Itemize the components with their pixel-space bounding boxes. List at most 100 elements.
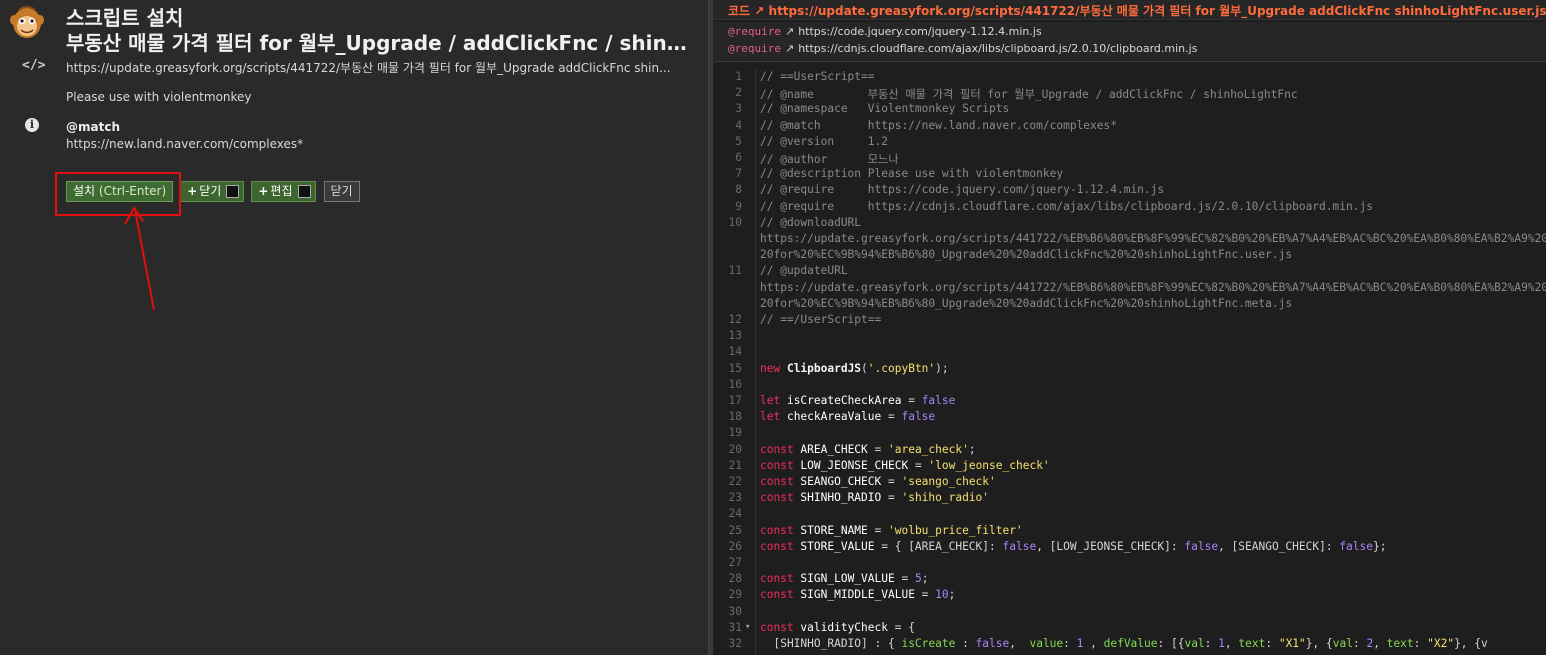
line-number: 9 <box>735 199 742 213</box>
code-line: 20for%20%EC%9B%94%EB%B6%80_Upgrade%20%20… <box>760 297 1292 310</box>
code-token: const <box>760 588 801 602</box>
code-heading-url: https://update.greasyfork.org/scripts/44… <box>768 4 1546 18</box>
line-number: 25 <box>728 523 742 537</box>
code-line: const AREA_CHECK = 'area_check'; <box>760 443 976 456</box>
script-url[interactable]: https://update.greasyfork.org/scripts/44… <box>66 59 702 76</box>
code-token: STORE_NAME <box>800 523 868 537</box>
code-line: // ==UserScript== <box>760 70 875 83</box>
edit-after-install-toggle[interactable]: + 편집 <box>251 180 316 202</box>
code-token: , <box>1373 637 1387 650</box>
code-line: const STORE_NAME = 'wolbu_price_filter' <box>760 524 1023 537</box>
require-keyword: @require <box>728 25 781 38</box>
code-token: const <box>760 523 801 537</box>
code-line: https://update.greasyfork.org/scripts/44… <box>760 232 1546 245</box>
code-token: ; <box>948 588 956 602</box>
code-token: 10 <box>935 588 949 602</box>
close-after-install-toggle[interactable]: + 닫기 <box>180 180 245 202</box>
code-token: const <box>760 475 801 488</box>
code-line: const validityCheck = { <box>760 621 915 634</box>
fold-toggle-icon[interactable]: ▾ <box>745 622 750 632</box>
code-token: ); <box>935 361 949 375</box>
line-number: 32 <box>728 637 742 650</box>
code-line: const LOW_JEONSE_CHECK = 'low_jeonse_che… <box>760 459 1050 472</box>
code-token: // @require https://code.jquery.com/jque… <box>760 183 1165 197</box>
code-token: const <box>760 620 801 634</box>
code-line: // @namespace Violentmonkey Scripts <box>760 102 1009 115</box>
external-link-icon: ↗ <box>754 4 765 18</box>
code-line: const SIGN_LOW_VALUE = 5; <box>760 572 928 585</box>
code-token: = { <box>887 620 915 634</box>
close-button[interactable]: 닫기 <box>323 180 360 202</box>
code-token: new <box>760 361 787 375</box>
code-token: STORE_VALUE <box>800 539 875 553</box>
code-token: value <box>1029 637 1064 650</box>
code-token: // @match https://new.land.naver.com/com… <box>760 118 1117 132</box>
code-token: text <box>1238 637 1266 650</box>
code-token: // @downloadURL <box>760 215 862 229</box>
info-icon: i <box>25 118 39 132</box>
code-token: false <box>1184 539 1219 553</box>
code-token: const <box>760 458 801 472</box>
line-number: 13 <box>728 329 742 343</box>
line-number: 11 <box>728 264 742 278</box>
line-number: 24 <box>728 507 742 521</box>
code-token: 'shiho_radio' <box>901 491 990 505</box>
code-token: 'seango_check' <box>901 475 996 488</box>
line-number: 15 <box>728 361 742 375</box>
code-token: , <box>1224 637 1239 650</box>
script-description: Please use with violentmonkey <box>66 90 252 104</box>
code-line: // @version 1.2 <box>760 135 888 148</box>
code-token: // ==/UserScript== <box>760 313 882 326</box>
code-token: 'low_jeonse_check' <box>928 458 1050 472</box>
code-token: 20for%20%EC%9B%94%EB%B6%80_Upgrade%20%20… <box>760 296 1293 310</box>
code-token: false <box>1002 539 1037 553</box>
code-token: false <box>901 410 936 424</box>
line-number: 20 <box>728 442 742 456</box>
code-token: 'area_check' <box>888 442 969 456</box>
line-number: 18 <box>728 410 742 424</box>
code-token: validityCheck <box>800 620 888 634</box>
code-token: // @require https://cdnjs.cloudflare.com… <box>760 199 1373 213</box>
code-token: ClipboardJS <box>786 361 862 375</box>
require-keyword: @require <box>728 42 781 55</box>
close-after-install-checkbox[interactable] <box>226 184 240 198</box>
code-token: = <box>914 588 936 602</box>
line-number: 5 <box>735 134 742 148</box>
code-token: val <box>1184 637 1205 650</box>
code-line: [SHINHO_RADIO] : { isCreate : false, val… <box>760 637 1488 650</box>
code-token: // @updateURL <box>760 264 848 278</box>
line-number: 12 <box>728 313 742 326</box>
require-item[interactable]: @require ↗ https://code.jquery.com/jquery-… <box>728 25 1042 38</box>
close-after-install-label: 닫기 <box>199 183 222 198</box>
code-icon: </> <box>22 58 46 73</box>
code-token: , <box>1009 637 1030 650</box>
code-editor[interactable]: 1 2 3 4 5 6 7 8 9 10 11 12 13 14 15 16 17 18 19 20 21 22 23 24 2… <box>714 68 1546 655</box>
code-token: : <box>1265 637 1279 650</box>
line-number: 16 <box>728 377 742 391</box>
code-header: 코드 ↗ https://update.greasyfork.org/scrip… <box>714 0 1546 20</box>
code-token: SEANGO_CHECK <box>800 475 882 488</box>
line-number: 22 <box>728 475 742 488</box>
line-number: 26 <box>728 539 742 553</box>
code-line: // @name 부동산 매물 가격 필터 for 월부_Upgrade / a… <box>760 86 1298 102</box>
annotation-arrow-icon <box>124 206 155 311</box>
external-link-icon: ↗ <box>784 25 795 38</box>
code-line: const SIGN_MIDDLE_VALUE = 10; <box>760 588 955 601</box>
code-token: text <box>1386 637 1414 650</box>
code-token: false <box>921 394 956 407</box>
code-token: }; <box>1373 539 1387 553</box>
code-token: LOW_JEONSE_CHECK <box>800 458 909 472</box>
require-item[interactable]: @require ↗ https://cdnjs.cloudflare.com/aj… <box>728 42 1197 55</box>
violentmonkey-logo-icon <box>10 6 44 38</box>
code-line: const SEANGO_CHECK = 'seango_check' <box>760 475 996 488</box>
install-panel: 스크립트 설치 부동산 매물 가격 필터 for 월부_Upgrade / ad… <box>0 0 708 655</box>
code-line: // @require https://code.jquery.com/jque… <box>760 183 1164 196</box>
code-line: // @downloadURL <box>760 216 861 229</box>
line-number: 17 <box>728 394 742 407</box>
code-token: = <box>908 458 929 472</box>
code-source-link[interactable]: 코드 ↗ https://update.greasyfork.org/scrip… <box>728 2 1546 19</box>
line-number: 29 <box>728 588 742 602</box>
code-token: }, {v <box>1454 637 1488 650</box>
edit-after-install-checkbox[interactable] <box>297 184 311 198</box>
line-number: 19 <box>728 426 742 440</box>
